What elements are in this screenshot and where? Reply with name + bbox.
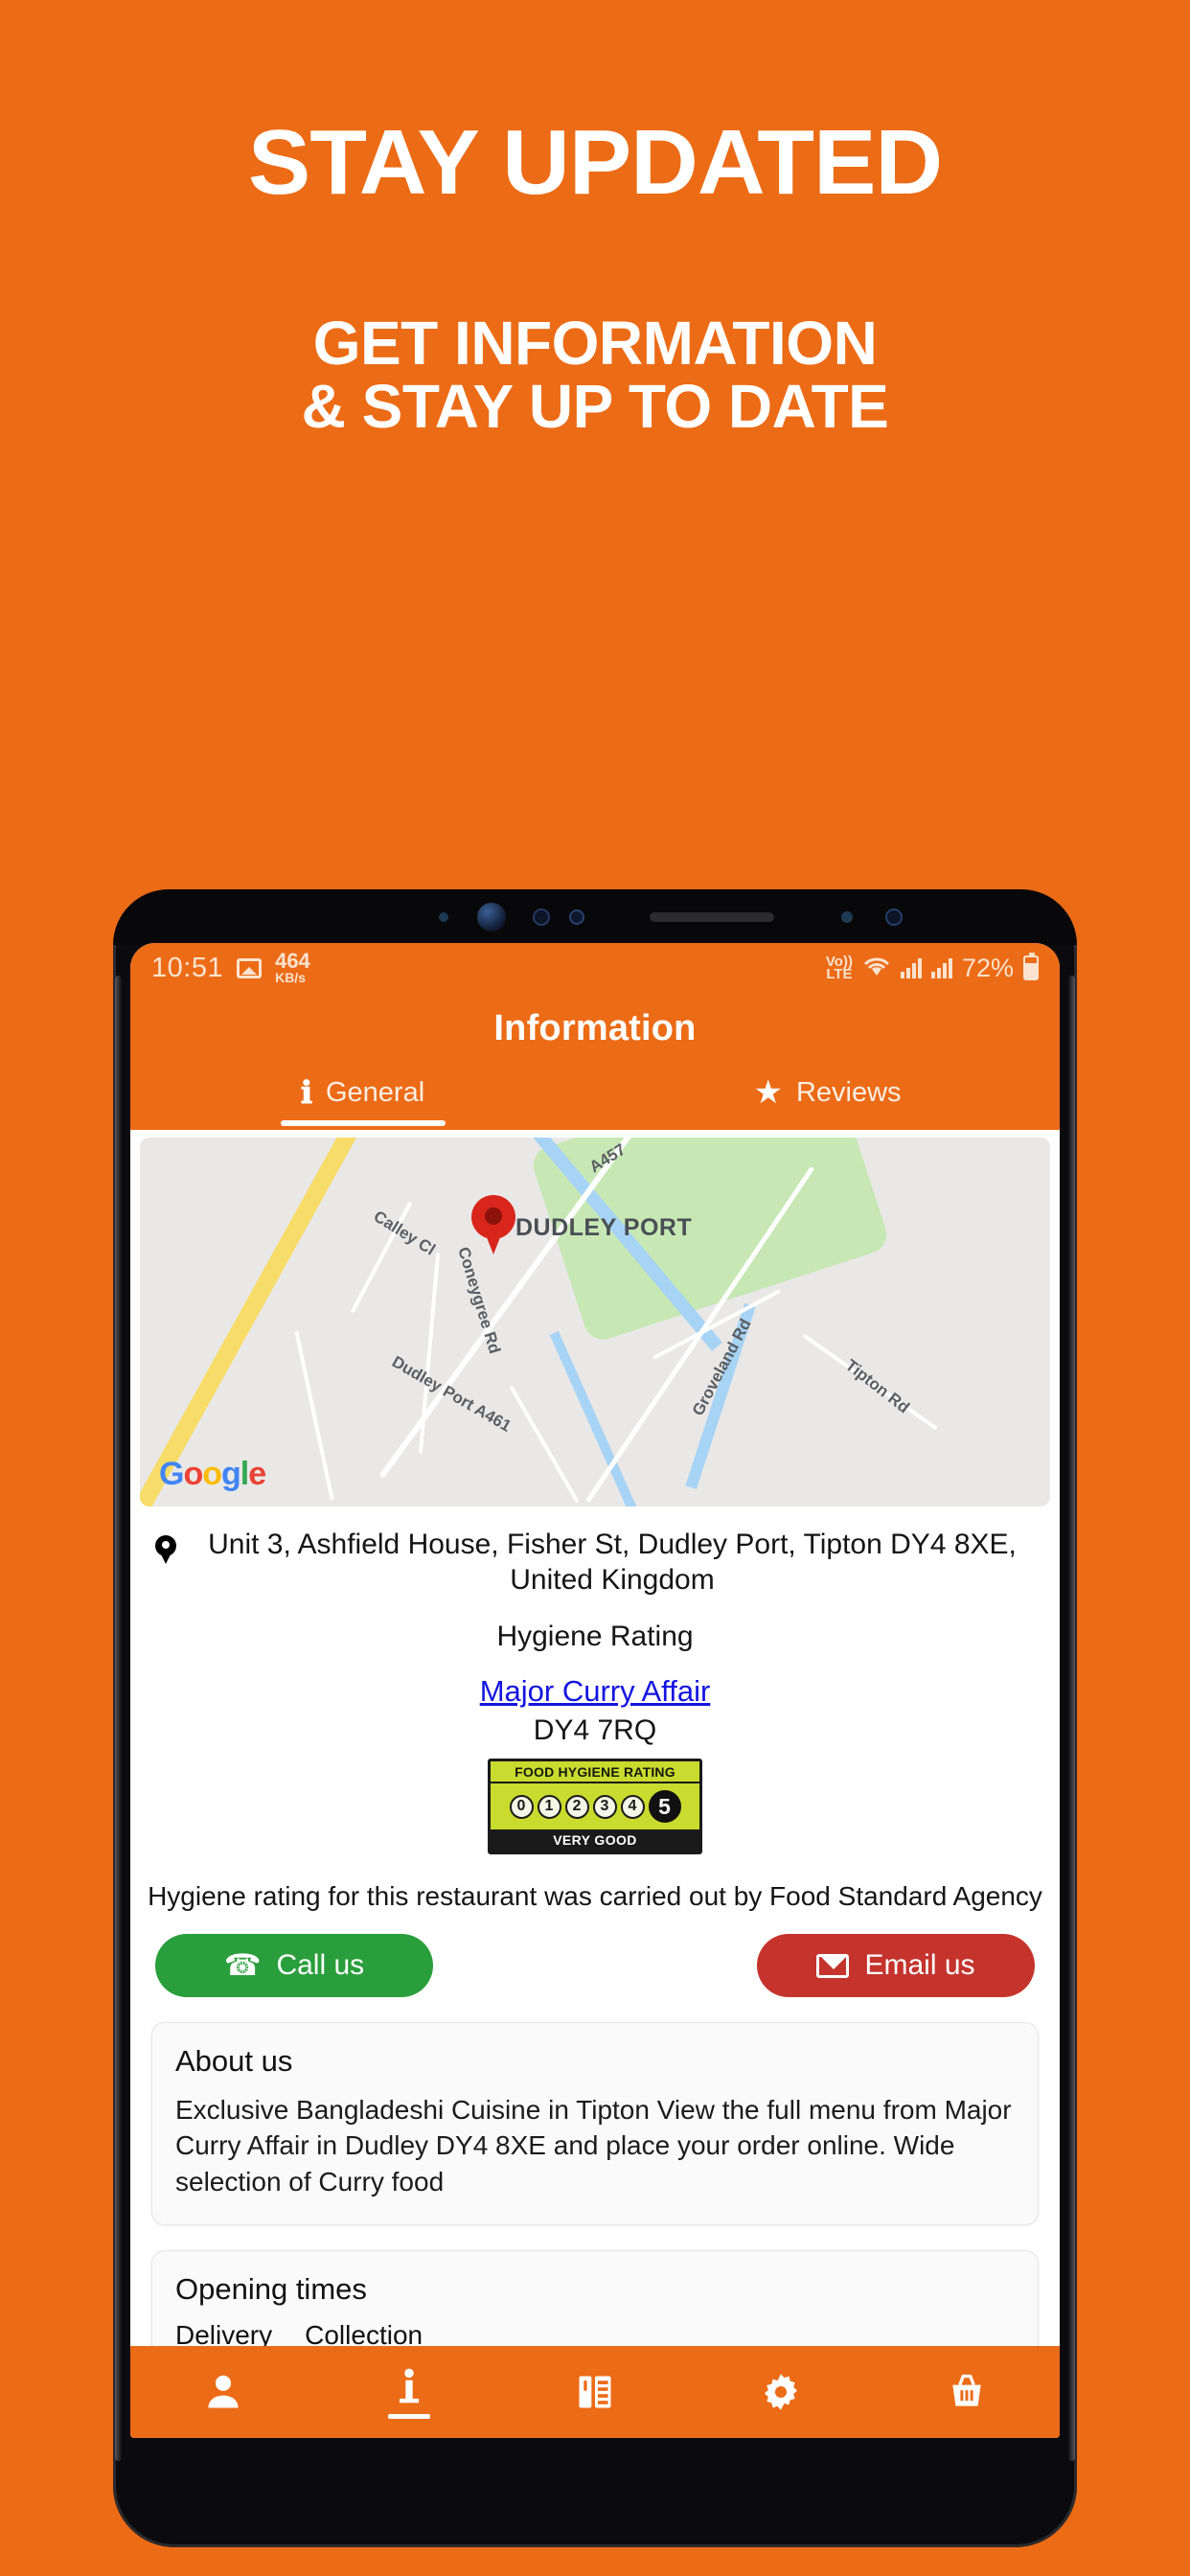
opening-times-title: Opening times (175, 2271, 367, 2306)
iris-scanner-icon (533, 908, 550, 926)
call-us-button[interactable]: ☎ Call us (155, 1934, 433, 1998)
signal-bars-icon (900, 957, 922, 978)
map-street-label: Tipton Rd (841, 1355, 913, 1417)
nav-item-information[interactable] (316, 2366, 502, 2419)
map-pin-icon[interactable] (471, 1195, 515, 1254)
page-title: Information (493, 1008, 697, 1048)
email-us-button[interactable]: Email us (757, 1934, 1035, 1998)
tab-active-indicator (280, 1120, 446, 1126)
promo-subtitle-line-1: GET INFORMATION (312, 309, 878, 378)
nav-item-settings[interactable] (688, 2371, 874, 2413)
address-row: Unit 3, Ashfield House, Fisher St, Dudle… (130, 1506, 1060, 1598)
image-icon (237, 957, 263, 978)
proximity-sensor-icon (569, 909, 584, 925)
status-bar-right: Vo)) LTE 72% (825, 953, 1039, 983)
battery-percent: 72% (961, 953, 1014, 982)
fhrs-score-2: 2 (564, 1794, 589, 1819)
gear-icon (764, 2374, 798, 2410)
status-time: 10:51 (151, 952, 224, 983)
call-us-label: Call us (276, 1949, 365, 1982)
bottom-navigation (130, 2346, 1060, 2438)
location-pin-icon (155, 1535, 176, 1564)
tab-bar: ℹ General ★ Reviews (130, 1074, 1060, 1126)
front-camera-icon (477, 903, 506, 932)
led-indicator-icon (841, 911, 853, 923)
phone-icon: ☎ (223, 1948, 262, 1983)
address-text: Unit 3, Ashfield House, Fisher St, Dudle… (190, 1528, 1035, 1598)
menu-card-icon (579, 2376, 611, 2408)
nav-active-indicator (388, 2413, 430, 2419)
promo-subtitle-line-2: & STAY UP TO DATE (301, 371, 889, 441)
info-icon (399, 2368, 420, 2403)
battery-icon (1023, 953, 1039, 980)
tab-reviews-label: Reviews (795, 1076, 902, 1108)
light-sensor-icon (885, 908, 903, 926)
sensor-icon (439, 912, 448, 922)
email-icon (816, 1953, 850, 1978)
earpiece-speaker (650, 912, 774, 922)
fhrs-footer: VERY GOOD (491, 1829, 699, 1852)
promo-title: STAY UPDATED (247, 111, 943, 214)
status-bar: 10:51 464 KB/s Vo)) LTE 72% (130, 943, 1060, 993)
hygiene-note: Hygiene rating for this restaurant was c… (148, 1881, 1042, 1912)
tab-general[interactable]: ℹ General (130, 1074, 595, 1126)
fhrs-score-4: 4 (620, 1794, 645, 1819)
fhrs-score-0: 0 (509, 1794, 534, 1819)
phone-mockup: 10:51 464 KB/s Vo)) LTE 72% Information … (113, 889, 1077, 2547)
nav-item-account[interactable] (130, 2371, 316, 2413)
fhrs-score-1: 1 (537, 1794, 561, 1819)
status-bar-left: 10:51 464 KB/s (151, 948, 310, 985)
app-bar: Information ℹ General ★ Reviews (130, 993, 1060, 1130)
wifi-icon (863, 957, 890, 976)
hygiene-heading: Hygiene Rating (496, 1621, 694, 1653)
tab-general-label: General (325, 1076, 425, 1108)
food-hygiene-rating-badge: FOOD HYGIENE RATING 0 1 2 3 4 5 VERY GOO… (488, 1759, 702, 1855)
map-road (418, 1253, 441, 1454)
map-main-road (140, 1138, 386, 1506)
map-street-label: Dudley Port A461 (388, 1352, 515, 1436)
email-us-label: Email us (864, 1949, 975, 1982)
phone-bottom-bezel (130, 2438, 1060, 2497)
network-speed-value: 464 (275, 948, 310, 973)
fhrs-header: FOOD HYGIENE RATING (491, 1761, 699, 1784)
address-line-1: Unit 3, Ashfield House, Fisher St, Dudle… (208, 1529, 882, 1560)
info-icon: ℹ (300, 1075, 312, 1110)
map-container[interactable]: A457 Calley Cl Coneygree Rd Dudley Port … (130, 1130, 1060, 1506)
signal-bars-icon (930, 957, 952, 978)
google-map[interactable]: A457 Calley Cl Coneygree Rd Dudley Port … (140, 1138, 1050, 1506)
person-icon (208, 2375, 239, 2408)
hygiene-restaurant-link[interactable]: Major Curry Affair (130, 1674, 1060, 1709)
nav-item-basket[interactable] (874, 2371, 1060, 2413)
map-road (509, 1385, 580, 1504)
google-logo: Google (159, 1456, 266, 1492)
fhrs-scores: 0 1 2 3 4 5 (491, 1783, 699, 1830)
phone-top-bezel (113, 889, 1077, 945)
basket-icon (952, 2374, 981, 2406)
map-road (294, 1330, 334, 1501)
promo-banner: STAY UPDATED GET INFORMATION & STAY UP T… (0, 117, 1190, 439)
hygiene-postcode: DY4 7RQ (533, 1714, 657, 1747)
network-speed-unit: KB/s (275, 969, 306, 985)
tab-reviews[interactable]: ★ Reviews (595, 1074, 1060, 1126)
map-place-label: DUDLEY PORT (515, 1214, 693, 1241)
fhrs-score-5-selected: 5 (648, 1790, 681, 1824)
network-speed: 464 KB/s (275, 948, 310, 985)
nav-item-menu[interactable] (502, 2371, 688, 2413)
promo-subtitle: GET INFORMATION & STAY UP TO DATE (0, 309, 1190, 441)
contact-buttons: ☎ Call us Email us (130, 1913, 1060, 1998)
fhrs-score-3: 3 (592, 1794, 617, 1819)
about-us-body: Exclusive Bangladeshi Cuisine in Tipton … (175, 2095, 1012, 2196)
phone-screen: 10:51 464 KB/s Vo)) LTE 72% Information … (130, 943, 1060, 2438)
about-us-card: About us Exclusive Bangladeshi Cuisine i… (151, 2022, 1039, 2225)
about-us-title: About us (175, 2044, 293, 2079)
volte-icon: Vo)) LTE (825, 953, 853, 982)
star-icon: ★ (753, 1074, 783, 1111)
